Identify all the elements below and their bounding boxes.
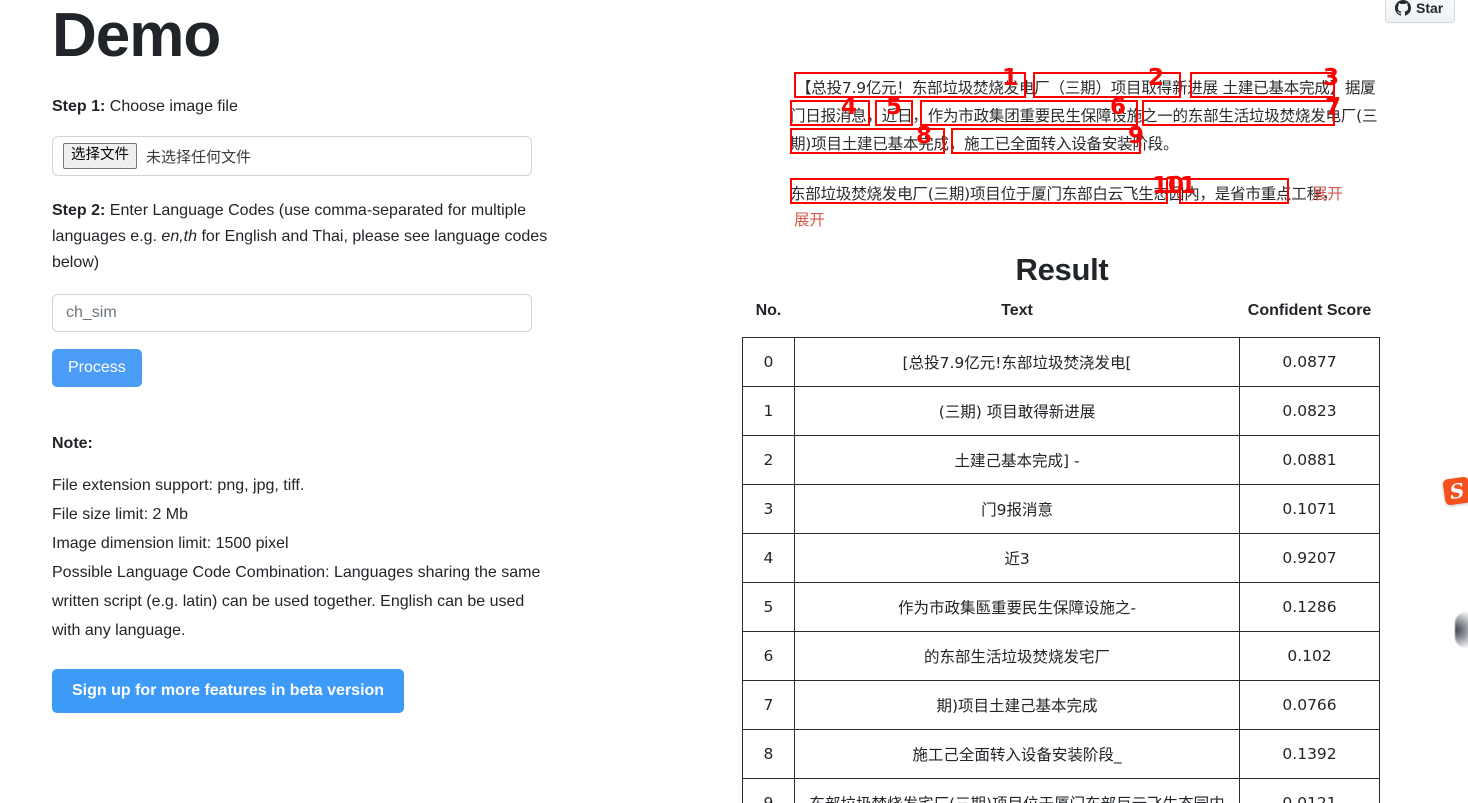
cell-no: 1 (742, 386, 795, 436)
cell-score: 0.1286 (1239, 582, 1380, 632)
table-row: 0 [总投7.9亿元!东部垃圾焚浇发电[ 0.0877 (742, 337, 1380, 387)
ocr-ellipsis: … (1292, 185, 1308, 203)
github-star-label: Star (1416, 0, 1444, 16)
ocr-box-number-11: 11 (1164, 173, 1197, 199)
ocr-image-line-2: 门日报消息，近日，作为市政集团重要民生保障设施之一的东部生活垃圾焚烧发电厂(三 (790, 107, 1378, 125)
language-code-input[interactable] (52, 294, 532, 332)
ocr-box-number-7: 7 (1325, 94, 1342, 120)
note-line-3: Possible Language Code Combination: Lang… (52, 564, 541, 639)
ocr-box-number-9: 9 (1128, 123, 1145, 149)
ocr-box-number-4: 4 (841, 94, 858, 120)
process-button[interactable]: Process (52, 349, 142, 387)
ocr-expand-link[interactable]: 展开 (1312, 180, 1343, 208)
result-table-head: No. Text Confident Score (743, 302, 1380, 338)
cell-score: 0.1392 (1239, 729, 1380, 779)
demo-form-column: Demo Step 1: Choose image file 选择文件 未选择任… (52, 0, 552, 713)
ocr-image-line-1: 【总投7.9亿元！东部垃圾焚烧发电厂（三期）项目取得新进展 土建已基本完成】据厦 (796, 79, 1376, 97)
ocr-annotated-image: 【总投7.9亿元！东部垃圾焚烧发电厂（三期）项目取得新进展 土建已基本完成】据厦… (790, 65, 1377, 229)
step1-label: Step 1: Choose image file (52, 94, 552, 120)
step2-italic-example: en,th (161, 228, 198, 245)
ocr-box-number-5: 5 (886, 94, 903, 120)
cell-no: 3 (742, 484, 795, 534)
note-line-2: Image dimension limit: 1500 pixel (52, 535, 289, 552)
page-title: Demo (52, 1, 221, 70)
table-row: 4 近3 0.9207 (742, 533, 1380, 583)
ocr-box-number-2: 2 (1148, 65, 1165, 91)
cell-text: 门9报消意 (793, 484, 1241, 534)
table-row: 1 (三期) 项目敢得新进展 0.0823 (742, 386, 1380, 436)
column-header-text: Text (1001, 302, 1033, 319)
table-row: 2 土建己基本完成] - 0.0881 (742, 435, 1380, 485)
cell-text: 土建己基本完成] - (793, 435, 1241, 485)
table-row: 5 作为市政集匦重要民生保障设施之- 0.1286 (742, 582, 1380, 632)
table-header-row: No. Text Confident Score (743, 302, 1380, 338)
cell-no: 2 (742, 435, 795, 485)
cell-text: 东部垃圾焚烧发宅厂(三期)项目位于厦门东部巨云飞生态园内 (793, 778, 1241, 803)
cell-score: 0.9207 (1239, 533, 1380, 583)
ocr-box-number-3: 3 (1323, 65, 1340, 91)
note-line-1: File size limit: 2 Mb (52, 506, 189, 523)
cell-text: 施工己全面转入设备安装阶段_ (793, 729, 1241, 779)
choose-file-button[interactable]: 选择文件 (63, 143, 137, 169)
result-title: Result (1015, 252, 1109, 287)
github-star-button[interactable]: Star (1385, 0, 1456, 23)
cell-text: (三期) 项目敢得新进展 (793, 386, 1241, 436)
result-table-wrapper: No. Text Confident Score 0 [总投7.9亿元!东部垃圾… (742, 302, 1380, 803)
cell-score: 0.0823 (1239, 386, 1380, 436)
cell-score: 0.1071 (1239, 484, 1380, 534)
ocr-box-number-6: 6 (1110, 94, 1127, 120)
cell-text: 期)项目土建己基本完成 (793, 680, 1241, 730)
file-status-text: 未选择任何文件 (146, 147, 252, 166)
cell-text: 的东部生活垃圾焚烧发宅厂 (793, 631, 1241, 681)
column-header-score: Confident Score (1247, 302, 1372, 319)
table-row: 3 门9报消意 0.1071 (742, 484, 1380, 534)
ocr-box-number-8: 8 (916, 123, 933, 149)
column-header-no: No. (755, 302, 782, 319)
cell-text: 作为市政集匦重要民生保障设施之- (793, 582, 1241, 632)
cell-text: 近3 (793, 533, 1241, 583)
cell-no: 7 (742, 680, 795, 730)
page-root: Star Demo Step 1: Choose image file 选择文件… (0, 0, 1468, 803)
cell-score: 0.0121 (1239, 778, 1380, 803)
cell-no: 4 (742, 533, 795, 583)
note-heading: Note: (52, 435, 93, 452)
table-row: 7 期)项目土建己基本完成 0.0766 (742, 680, 1380, 730)
cell-no: 0 (742, 337, 795, 387)
cell-score: 0.0766 (1239, 680, 1380, 730)
github-mark-icon (1395, 0, 1411, 16)
cell-score: 0.102 (1239, 631, 1380, 681)
file-input-field[interactable]: 选择文件 未选择任何文件 (52, 136, 532, 176)
ocr-box-number-1: 1 (1002, 65, 1019, 91)
cell-no: 6 (742, 631, 795, 681)
cell-no: 5 (742, 582, 795, 632)
cell-text: [总投7.9亿元!东部垃圾焚浇发电[ (793, 337, 1241, 387)
cell-score: 0.0881 (1239, 435, 1380, 485)
edge-handle-icon[interactable] (1455, 612, 1468, 648)
step2-label: Step 2: Enter Language Codes (use comma-… (52, 198, 552, 276)
ocr-expand-link-2[interactable]: 展开 (794, 206, 825, 234)
cell-score: 0.0877 (1239, 337, 1380, 387)
table-row: 8 施工己全面转入设备安装阶段_ 0.1392 (742, 729, 1380, 779)
signup-beta-button[interactable]: Sign up for more features in beta versio… (52, 669, 405, 713)
step1-text: Choose image file (105, 98, 238, 115)
step1-bold: Step 1: (52, 98, 106, 115)
table-row: 6 的东部生活垃圾焚烧发宅厂 0.102 (742, 631, 1380, 681)
table-row: 9 东部垃圾焚烧发宅厂(三期)项目位于厦门东部巨云飞生态园内 0.0121 (742, 778, 1380, 803)
result-table: No. Text Confident Score 0 [总投7.9亿元!东部垃圾… (742, 302, 1380, 803)
ocr-image-line-4: 东部垃圾焚烧发电厂(三期)项目位于厦门东部白云飞生态园内，是省市重点工程， (790, 185, 1338, 203)
ocr-image-line-3: 期)项目土建已基本完成，施工已全面转入设备安装阶段。 (790, 135, 1179, 153)
cell-no: 9 (742, 778, 795, 803)
sogou-input-method-icon[interactable]: S (1442, 476, 1468, 506)
note-line-0: File extension support: png, jpg, tiff. (52, 477, 305, 494)
step2-bold: Step 2: (52, 202, 106, 219)
ocr-image-panel: 【总投7.9亿元！东部垃圾焚烧发电厂（三期）项目取得新进展 土建已基本完成】据厦… (742, 0, 1382, 229)
cell-no: 8 (742, 729, 795, 779)
result-table-body: 0 [总投7.9亿元!东部垃圾焚浇发电[ 0.0877 1 (三期) 项目敢得新… (742, 337, 1380, 803)
note-body: File extension support: png, jpg, tiff. … (52, 471, 542, 645)
